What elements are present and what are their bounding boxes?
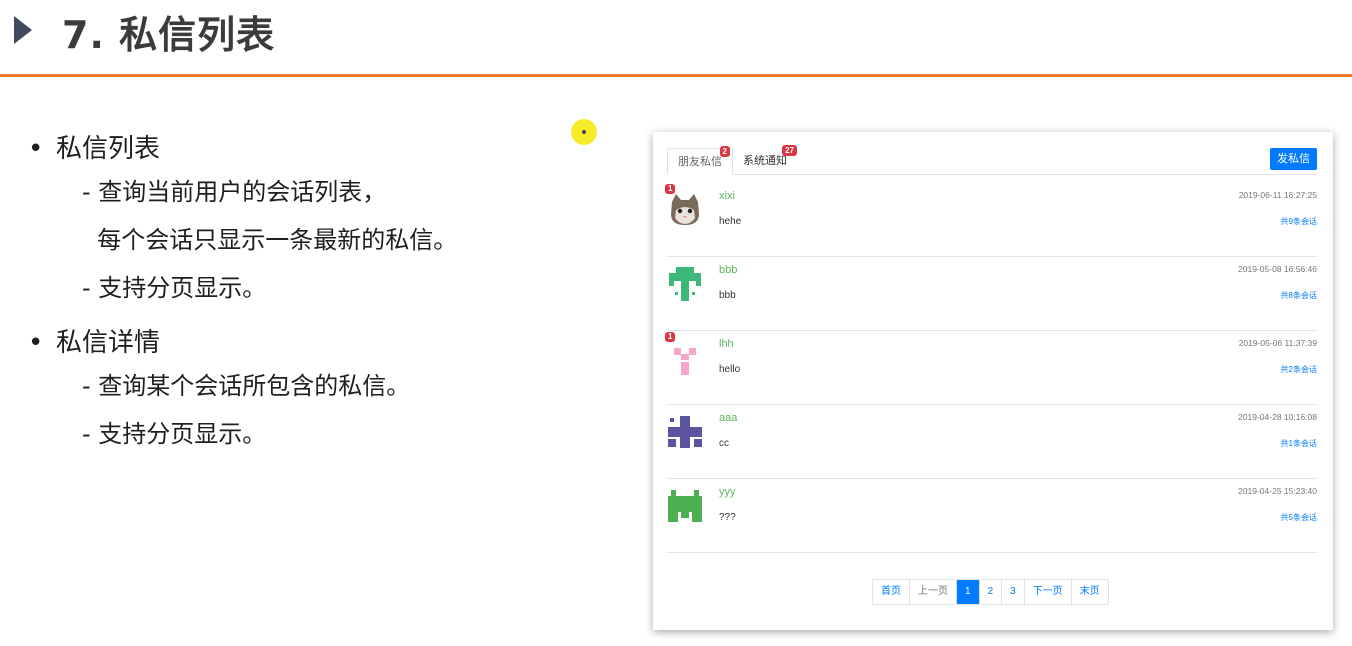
identicon-avatar-icon[interactable] — [667, 414, 703, 450]
unread-badge: 1 — [665, 184, 676, 194]
tab-system-notices[interactable]: 系统通知 27 — [733, 145, 797, 173]
bullet-heading: • 私信列表 — [28, 134, 161, 164]
identicon-avatar-icon[interactable] — [667, 488, 703, 524]
conversation-row[interactable]: 1 lhh hello 2019-05-06 11:37:39 共2条会话 — [665, 330, 1317, 405]
conversation-time: 2019-06-11 16:27:25 — [1238, 190, 1317, 200]
conversation-count-link[interactable]: 共5条会话 — [1281, 512, 1317, 523]
bullet-list: • 私信列表 - 查询当前用户的会话列表， 每个会话只显示一条最新的私信。 - 支… — [28, 130, 588, 470]
play-arrow-icon — [14, 16, 32, 44]
tab-friend-messages[interactable]: 朋友私信 2 — [667, 146, 733, 175]
conversation-row[interactable]: 1 xixi hehe 2019-06-11 16:27:25 共9条会话 — [665, 182, 1317, 257]
conversation-last-message: ??? — [719, 512, 736, 523]
conversation-time: 2019-05-08 16:56:46 — [1238, 264, 1317, 274]
conversation-count-link[interactable]: 共8条会话 — [1281, 290, 1317, 301]
pagination-page-2[interactable]: 2 — [978, 580, 1002, 604]
pagination-prev[interactable]: 上一页 — [909, 580, 956, 604]
conversation-username[interactable]: aaa — [719, 412, 737, 424]
conversation-last-message: hehe — [719, 216, 742, 227]
bullet-heading: • 私信详情 — [28, 328, 161, 358]
pagination-last[interactable]: 末页 — [1070, 580, 1108, 604]
slide-header: 7. 私信列表 — [0, 0, 1352, 74]
bullet-sub-item: 每个会话只显示一条最新的私信。 — [82, 226, 458, 254]
pagination-first[interactable]: 首页 — [873, 580, 909, 604]
bullet-sub-item: - 支持分页显示。 — [82, 420, 267, 448]
conversation-last-message: bbb — [719, 290, 736, 301]
conversation-count-link[interactable]: 共2条会话 — [1281, 364, 1317, 375]
conversation-last-message: hello — [719, 364, 741, 375]
identicon-avatar-icon[interactable] — [667, 266, 703, 302]
pagination: 首页 上一页 1 2 3 下一页 末页 — [872, 579, 1109, 605]
conversation-time: 2019-04-28 10:16:08 — [1238, 412, 1317, 422]
bullet-sub-item: - 支持分页显示。 — [82, 274, 267, 302]
pagination-next[interactable]: 下一页 — [1023, 580, 1071, 604]
pagination-page-1[interactable]: 1 — [956, 580, 979, 604]
slide-title: 7. 私信列表 — [62, 13, 276, 57]
tab-badge: 2 — [719, 146, 730, 157]
unread-badge: 1 — [665, 332, 676, 342]
conversation-time: 2019-05-06 11:37:39 — [1238, 338, 1317, 348]
conversation-username[interactable]: lhh — [719, 338, 734, 350]
conversation-row[interactable]: bbb bbb 2019-05-08 16:56:46 共8条会话 — [667, 256, 1317, 331]
tab-badge: 27 — [782, 145, 797, 156]
conversation-row[interactable]: aaa cc 2019-04-28 10:16:08 共1条会话 — [667, 404, 1317, 479]
message-list-panel: 朋友私信 2 系统通知 27 发私信 1 xixi hehe 2019-06-1… — [653, 132, 1333, 630]
bullet-sub-item: - 查询当前用户的会话列表， — [82, 178, 387, 206]
cat-avatar-icon[interactable] — [667, 192, 703, 228]
bullet-section-detail: • 私信详情 - 查询某个会话所包含的私信。 - 支持分页显示。 — [28, 324, 588, 458]
conversation-last-message: cc — [719, 438, 729, 449]
send-message-button[interactable]: 发私信 — [1270, 148, 1317, 170]
conversation-username[interactable]: xixi — [719, 190, 735, 202]
tab-bar: 朋友私信 2 系统通知 27 — [667, 145, 1317, 175]
conversation-time: 2019-04-25 15:23:40 — [1238, 486, 1317, 496]
header-divider — [0, 74, 1352, 77]
conversation-count-link[interactable]: 共1条会话 — [1281, 438, 1317, 449]
identicon-avatar-icon[interactable] — [667, 340, 703, 376]
conversation-username[interactable]: bbb — [719, 264, 737, 276]
bullet-section-list: • 私信列表 - 查询当前用户的会话列表， 每个会话只显示一条最新的私信。 - 支… — [28, 130, 588, 312]
bullet-sub-item: - 查询某个会话所包含的私信。 — [82, 372, 411, 400]
conversation-count-link[interactable]: 共9条会话 — [1281, 216, 1317, 227]
laser-pointer — [571, 119, 597, 145]
pagination-page-3[interactable]: 3 — [1001, 580, 1024, 604]
conversation-row[interactable]: yyy ??? 2019-04-25 15:23:40 共5条会话 — [667, 478, 1317, 553]
conversation-username[interactable]: yyy — [719, 486, 736, 498]
